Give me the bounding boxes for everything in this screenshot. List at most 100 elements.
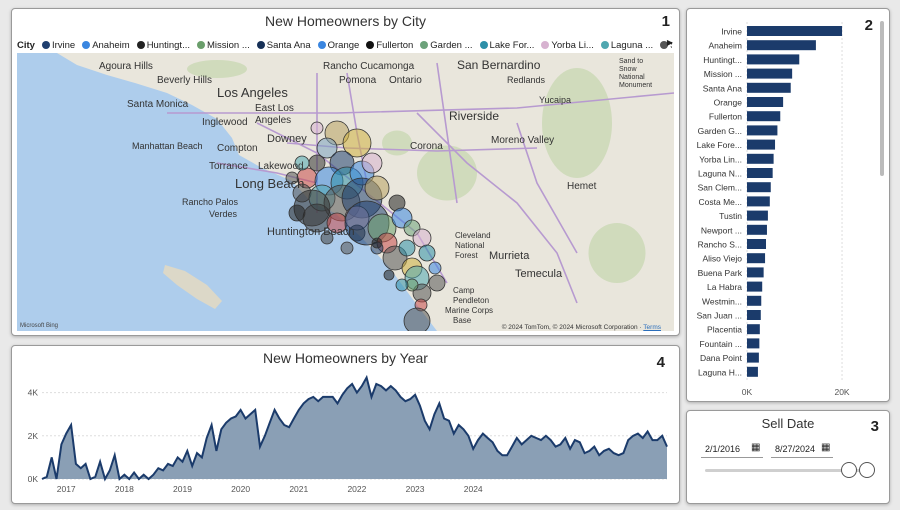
bar[interactable] (747, 125, 778, 136)
legend-dot-icon (136, 41, 145, 49)
slider-start-handle[interactable] (841, 462, 857, 478)
map-place-label: Hemet (567, 181, 597, 192)
map-place-label: Pomona (339, 75, 377, 86)
bar[interactable] (747, 267, 764, 278)
bar[interactable] (747, 82, 791, 93)
map-place-label: Pendleton (453, 296, 489, 305)
y-axis-tick: 2K (28, 431, 39, 441)
terms-link[interactable]: Terms (643, 324, 661, 331)
bar[interactable] (747, 168, 773, 178)
legend-dot-icon (479, 41, 488, 49)
bar[interactable] (747, 338, 760, 349)
visual-number-badge: 2 (864, 17, 873, 34)
city-bubble (340, 241, 354, 255)
map-visual[interactable]: New Homeowners by City 1 City Irvine Anah… (11, 8, 680, 336)
map-credit: © 2024 TomTom, © 2024 Microsoft Corporat… (501, 324, 661, 331)
legend-item[interactable]: Fullerton (366, 40, 413, 51)
legend-item[interactable]: Laguna ... (600, 39, 654, 51)
map-canvas[interactable]: Agoura Hills Beverly Hills Los Angeles Sant… (17, 53, 674, 331)
bar-category-label: San Juan ... (697, 311, 742, 321)
bar[interactable] (747, 366, 758, 377)
sell-date-slicer[interactable]: Sell Date 3 2/1/2016 ▦ 8/27/2024 ▦ (686, 410, 890, 504)
city-bubble (418, 244, 436, 262)
visual-number-badge: 1 (661, 13, 670, 30)
bar[interactable] (747, 310, 761, 320)
calendar-icon[interactable]: ▦ (821, 442, 830, 453)
bar[interactable] (747, 97, 784, 107)
city-bubble (371, 237, 383, 249)
bar-category-label: Westmin... (702, 296, 742, 306)
legend-item[interactable]: Anaheim (82, 40, 130, 51)
legend-label: Garden ... (430, 39, 473, 51)
legend-next-arrow-icon[interactable]: ▶ (667, 38, 673, 47)
city-bubble (395, 278, 409, 292)
bar-category-label: Laguna H... (698, 367, 742, 377)
bar[interactable] (747, 68, 793, 79)
city-bubble (412, 228, 432, 248)
map-place-label: Lakewood (258, 161, 304, 172)
bar-category-label: Irvine (721, 27, 742, 37)
map-place-label: National (455, 241, 485, 250)
slider-end-handle[interactable] (859, 462, 875, 478)
bar[interactable] (747, 224, 767, 235)
map-copyright: © 2024 TomTom, © 2024 Microsoft Corporat… (501, 324, 638, 331)
city-bubble (310, 121, 324, 135)
map-title: New Homeowners by City (264, 13, 427, 29)
bar[interactable] (747, 295, 762, 306)
city-bubble (403, 307, 431, 331)
x-axis-tick: 2020 (231, 484, 250, 494)
legend-label: Huntingt... (146, 39, 190, 51)
legend-item[interactable]: Mission ... (197, 40, 250, 51)
bar[interactable] (747, 324, 760, 335)
city-bubble (428, 274, 446, 292)
bar[interactable] (747, 182, 771, 193)
bar-category-label: Mission ... (704, 69, 742, 79)
y-axis-tick: 0K (28, 474, 39, 484)
bar[interactable] (747, 210, 768, 221)
legend-item[interactable]: Lake For... (479, 40, 534, 51)
city-bubble (364, 175, 390, 201)
city-bubble (361, 152, 383, 174)
bar[interactable] (747, 196, 770, 207)
bar[interactable] (747, 139, 776, 150)
bar[interactable] (747, 153, 774, 164)
map-place-label: Downey (267, 133, 307, 145)
bar-category-label: Dana Point (700, 353, 743, 363)
terrain-area (588, 223, 646, 283)
x-axis-tick: 2024 (464, 484, 483, 494)
city-bubble (288, 204, 306, 222)
map-place-label: Murrieta (489, 250, 530, 262)
bar[interactable] (747, 26, 843, 36)
city-bubble (428, 261, 442, 275)
city-bar-chart[interactable]: Irvine Anaheim Huntingt... Mission ... Santa… (686, 8, 890, 402)
bar-category-label: Buena Park (698, 268, 743, 278)
bar[interactable] (747, 239, 767, 249)
legend-item[interactable]: Santa Ana (256, 40, 311, 51)
legend-item[interactable]: Yorba Li... (541, 40, 594, 51)
bar-category-label: Rancho S... (698, 240, 742, 250)
legend-item[interactable]: Irvine (41, 40, 75, 51)
legend-label: Anaheim (92, 39, 130, 51)
map-place-label: Temecula (515, 268, 563, 280)
bar[interactable] (747, 253, 766, 264)
year-area-chart[interactable]: New Homeowners by Year 4 0K 2K 4K 2017 2018 2… (11, 345, 680, 504)
legend-label: Laguna ... (610, 39, 654, 51)
legend-dot-icon (82, 41, 91, 49)
calendar-icon[interactable]: ▦ (751, 442, 760, 453)
city-bubble (398, 239, 416, 257)
bar[interactable] (747, 352, 759, 363)
bar[interactable] (747, 111, 781, 122)
bar-scrollbar[interactable] (880, 21, 884, 176)
map-place-label: Inglewood (202, 117, 248, 128)
bar[interactable] (747, 281, 763, 292)
legend-item[interactable]: Orange (317, 40, 359, 51)
legend-item[interactable]: Huntingt... (136, 39, 190, 51)
x-axis-tick: 2023 (406, 484, 425, 494)
bar[interactable] (747, 54, 800, 65)
bar[interactable] (747, 40, 816, 51)
bar-category-label: Newport ... (701, 225, 742, 235)
legend-label: Fullerton (376, 39, 414, 51)
map-place-label: Forest (455, 251, 478, 260)
legend-item[interactable]: Garden ... (420, 39, 473, 51)
map-place-label: San Bernardino (457, 58, 541, 72)
